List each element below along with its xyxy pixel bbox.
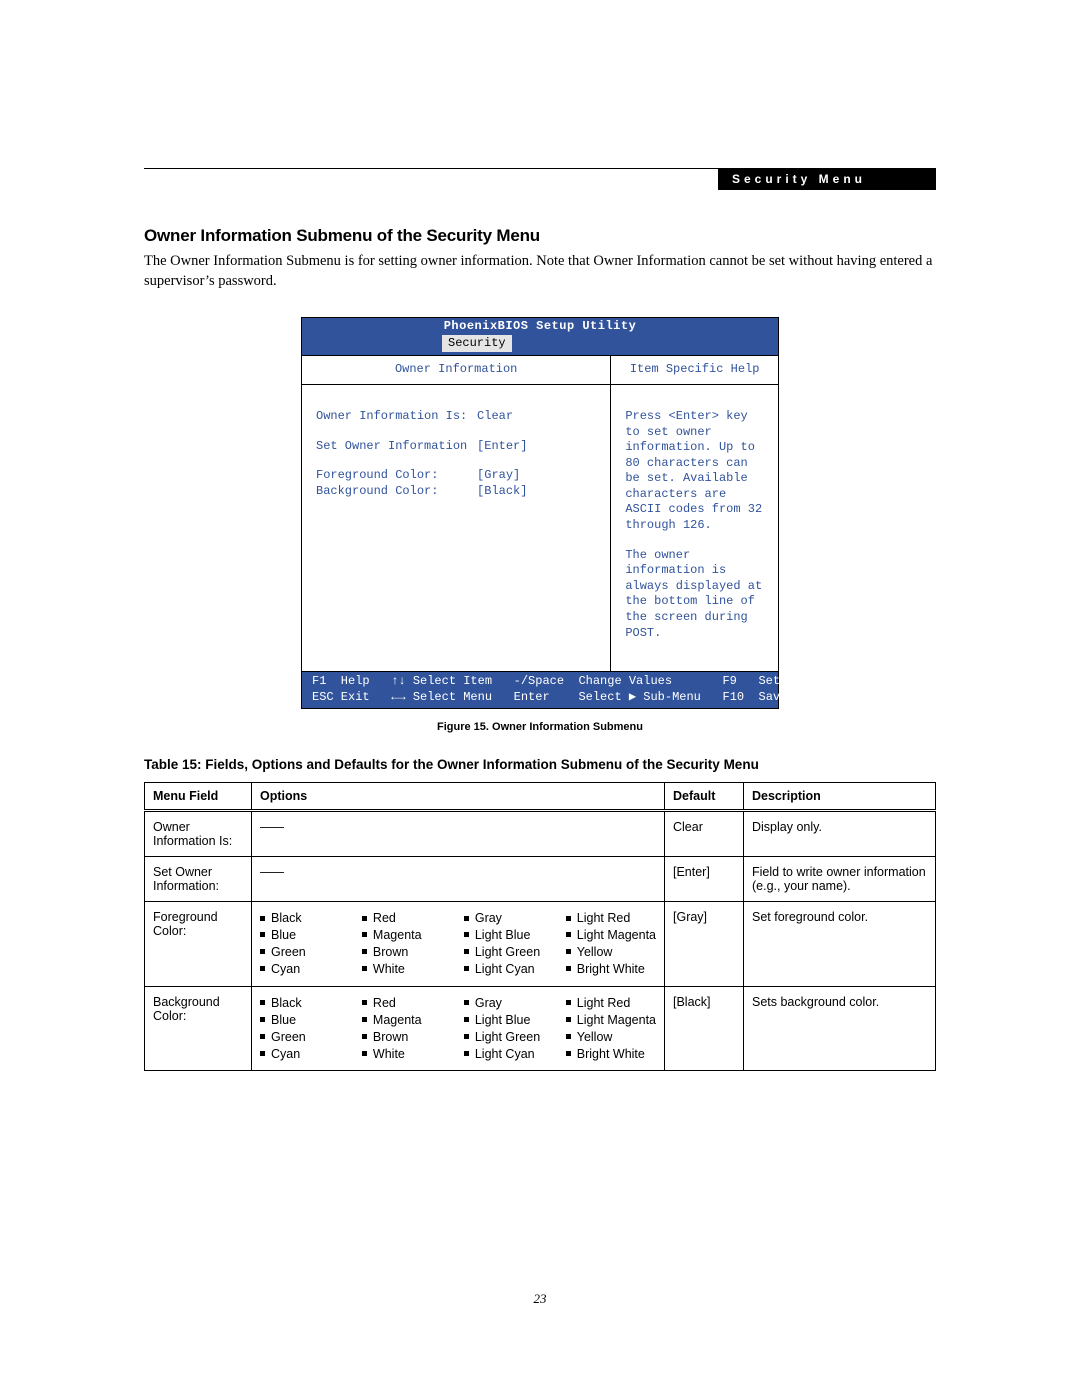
bios-field-label: Background Color: — [316, 484, 477, 500]
color-option: Bright White — [566, 1046, 656, 1063]
bios-screenshot: PhoenixBIOS Setup Utility Security Owner… — [301, 317, 779, 709]
color-option: Light Cyan — [464, 1046, 542, 1063]
cell-menu-field: Foreground Color: — [145, 902, 252, 987]
color-option: Gray — [464, 910, 542, 927]
cell-description: Sets background color. — [744, 986, 936, 1071]
figure-caption: Figure 15. Owner Information Submenu — [144, 721, 936, 733]
color-option: Black — [260, 910, 338, 927]
cell-menu-field: Background Color: — [145, 986, 252, 1071]
bios-field-value: Clear — [477, 409, 596, 425]
color-option: Yellow — [566, 944, 656, 961]
bios-field-label: Set Owner Information — [316, 439, 477, 455]
color-option: Blue — [260, 927, 338, 944]
cell-menu-field: Set Owner Information: — [145, 857, 252, 902]
color-option: Light Red — [566, 995, 656, 1012]
th-options: Options — [252, 783, 665, 811]
color-option: Green — [260, 944, 338, 961]
bios-field-value: [Black] — [477, 484, 596, 500]
color-option: Black — [260, 995, 338, 1012]
cell-menu-field: Owner Information Is: — [145, 811, 252, 857]
color-option: Magenta — [362, 927, 440, 944]
bios-field-value: [Gray] — [477, 468, 596, 484]
color-option: Yellow — [566, 1029, 656, 1046]
color-option: Magenta — [362, 1012, 440, 1029]
cell-default: Clear — [665, 811, 744, 857]
color-option: Blue — [260, 1012, 338, 1029]
bios-right-title: Item Specific Help — [611, 356, 778, 385]
header-section-bar: Security Menu — [718, 168, 936, 190]
bios-footer: F1 Help ↑↓ Select Item -/Space Change Va… — [302, 671, 778, 708]
color-option: Light Cyan — [464, 961, 542, 978]
th-default: Default — [665, 783, 744, 811]
th-description: Description — [744, 783, 936, 811]
bios-field-label: Foreground Color: — [316, 468, 477, 484]
color-option: Cyan — [260, 961, 338, 978]
table-row: Set Owner Information:——[Enter]Field to … — [145, 857, 936, 902]
color-option: Red — [362, 910, 440, 927]
cell-default: [Black] — [665, 986, 744, 1071]
color-option: Light Green — [464, 944, 542, 961]
color-option: Cyan — [260, 1046, 338, 1063]
cell-default: [Gray] — [665, 902, 744, 987]
section-heading: Owner Information Submenu of the Securit… — [144, 226, 936, 246]
bios-footer-line2: ESC Exit ←→ Select Menu Enter Select ▶ S… — [312, 690, 852, 704]
color-option: Light Magenta — [566, 927, 656, 944]
cell-options: —— — [252, 811, 665, 857]
table-row: Foreground Color: BlackBlueGreenCyan RedMa… — [145, 902, 936, 987]
color-option: Gray — [464, 995, 542, 1012]
bios-field-value: [Enter] — [477, 439, 596, 455]
th-menu-field: Menu Field — [145, 783, 252, 811]
bios-tab-security: Security — [442, 335, 512, 353]
color-option: White — [362, 961, 440, 978]
cell-options: BlackBlueGreenCyan RedMagentaBrownWhite Gr… — [252, 902, 665, 987]
bios-left-title: Owner Information — [302, 356, 610, 385]
color-option: White — [362, 1046, 440, 1063]
color-option: Light Magenta — [566, 1012, 656, 1029]
bios-help-p1: Press <Enter> key to set owner informati… — [625, 409, 764, 534]
section-body: The Owner Information Submenu is for set… — [144, 252, 936, 291]
table-row: Background Color: BlackBlueGreenCyan RedMa… — [145, 986, 936, 1071]
color-option: Red — [362, 995, 440, 1012]
table-caption: Table 15: Fields, Options and Defaults f… — [144, 757, 936, 772]
page-number: 23 — [0, 1291, 1080, 1307]
color-option: Bright White — [566, 961, 656, 978]
cell-description: Set foreground color. — [744, 902, 936, 987]
color-option: Light Red — [566, 910, 656, 927]
cell-default: [Enter] — [665, 857, 744, 902]
cell-description: Field to write owner information (e.g., … — [744, 857, 936, 902]
bios-field-label: Owner Information Is: — [316, 409, 477, 425]
color-option: Brown — [362, 1029, 440, 1046]
color-option: Light Blue — [464, 927, 542, 944]
table-row: Owner Information Is:——ClearDisplay only… — [145, 811, 936, 857]
bios-help-p2: The owner information is always displaye… — [625, 548, 764, 642]
cell-description: Display only. — [744, 811, 936, 857]
color-option: Brown — [362, 944, 440, 961]
field-table: Menu Field Options Default Description O… — [144, 782, 936, 1071]
bios-footer-line1: F1 Help ↑↓ Select Item -/Space Change Va… — [312, 674, 859, 688]
bios-tab-row: Security — [302, 335, 778, 356]
color-option: Light Green — [464, 1029, 542, 1046]
cell-options: —— — [252, 857, 665, 902]
page: Security Menu Owner Information Submenu … — [0, 0, 1080, 1397]
color-option: Green — [260, 1029, 338, 1046]
bios-title: PhoenixBIOS Setup Utility — [302, 318, 778, 335]
bios-left-pane: Owner Information Owner Information Is: … — [302, 356, 611, 671]
bios-right-pane: Item Specific Help Press <Enter> key to … — [611, 356, 778, 671]
color-option: Light Blue — [464, 1012, 542, 1029]
cell-options: BlackBlueGreenCyan RedMagentaBrownWhite Gr… — [252, 986, 665, 1071]
